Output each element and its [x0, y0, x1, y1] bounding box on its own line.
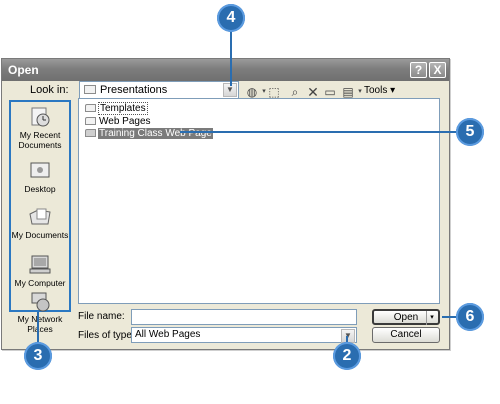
cancel-button[interactable]: Cancel — [372, 327, 440, 343]
chevron-down-icon[interactable]: ▼ — [341, 329, 355, 343]
desktop-icon — [30, 162, 50, 178]
look-in-label: Look in: — [30, 84, 69, 96]
my-computer-icon — [29, 255, 51, 274]
folder-icon — [85, 117, 96, 125]
list-item[interactable]: Training Class Web Page — [85, 128, 213, 140]
files-of-type-label: Files of type: — [78, 330, 135, 341]
place-my-recent-documents[interactable]: My Recent Documents — [11, 106, 69, 150]
list-item[interactable]: Templates — [85, 102, 148, 115]
web-page-icon — [85, 129, 96, 137]
look-in-dropdown[interactable]: Presentations ▼ — [79, 81, 239, 99]
help-button[interactable]: ? — [410, 62, 427, 78]
callout-leader — [37, 312, 39, 344]
look-in-value: Presentations — [100, 84, 168, 96]
network-places-icon — [31, 292, 50, 312]
recent-documents-icon — [31, 107, 50, 127]
dialog-title: Open — [8, 63, 39, 77]
place-my-documents[interactable]: My Documents — [11, 206, 69, 240]
callout-6: 6 — [456, 303, 484, 331]
list-item[interactable]: Web Pages — [85, 116, 152, 128]
title-bar: Open ? X — [2, 59, 449, 81]
callout-3: 3 — [24, 342, 52, 370]
folder-icon — [85, 104, 96, 112]
callout-leader — [230, 31, 232, 86]
places-bar: My Recent Documents Desktop My Documents… — [9, 100, 71, 334]
files-of-type-select[interactable]: All Web Pages ▼ — [131, 327, 357, 343]
place-my-computer[interactable]: My Computer — [11, 254, 69, 288]
file-name-label: File name: — [78, 311, 125, 322]
my-documents-icon — [29, 208, 51, 225]
files-of-type-value: All Web Pages — [135, 329, 201, 340]
callout-leader — [180, 131, 458, 133]
callout-5: 5 — [456, 118, 484, 146]
close-button[interactable]: X — [429, 62, 446, 78]
callout-4: 4 — [217, 4, 245, 32]
place-desktop[interactable]: Desktop — [11, 160, 69, 194]
place-my-network-places[interactable]: My Network Places — [11, 292, 69, 334]
file-name-input[interactable] — [131, 309, 357, 325]
open-menu-arrow-icon[interactable]: ▾ — [426, 311, 437, 325]
folder-icon — [84, 85, 96, 94]
file-list[interactable]: Templates Web Pages Training Class Web P… — [78, 98, 440, 304]
open-button[interactable]: Open ▾ — [372, 309, 440, 325]
callout-2: 2 — [333, 342, 361, 370]
tools-menu[interactable]: Tools ▾ — [364, 85, 395, 96]
